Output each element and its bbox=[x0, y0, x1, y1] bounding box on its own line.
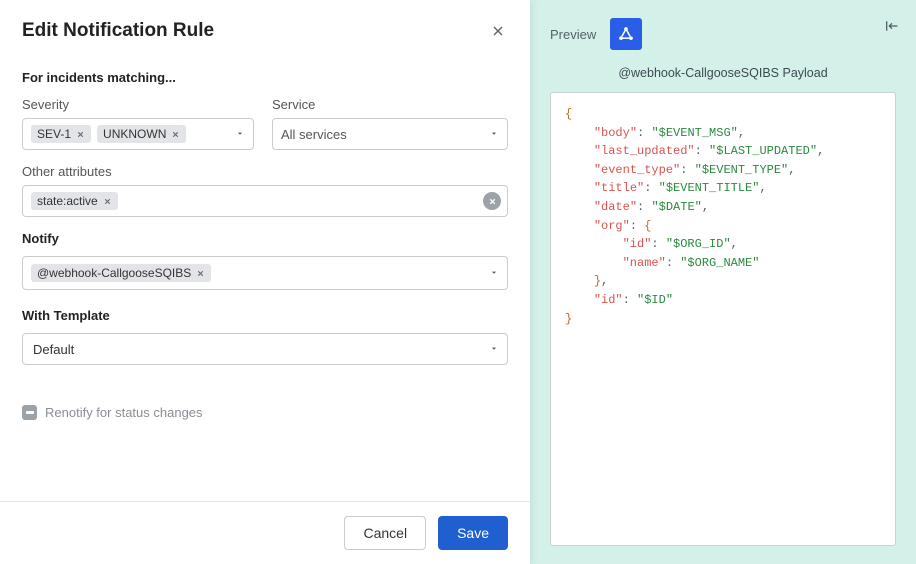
chevron-down-icon bbox=[489, 266, 499, 281]
modal-title: Edit Notification Rule bbox=[22, 20, 214, 42]
severity-chip: SEV-1 bbox=[31, 125, 91, 143]
other-attributes-field: Other attributes state:active bbox=[22, 164, 508, 217]
template-value: Default bbox=[33, 342, 74, 357]
severity-select[interactable]: SEV-1 UNKNOWN bbox=[22, 118, 254, 150]
renotify-checkbox[interactable] bbox=[22, 405, 37, 420]
template-select[interactable]: Default bbox=[22, 333, 508, 365]
close-icon[interactable] bbox=[488, 21, 508, 41]
save-button[interactable]: Save bbox=[438, 516, 508, 550]
severity-field: Severity SEV-1 UNKNOWN bbox=[22, 97, 254, 150]
service-select[interactable]: All services bbox=[272, 118, 508, 150]
chip-label: @webhook-CallgooseSQIBS bbox=[37, 266, 191, 280]
clear-all-icon[interactable] bbox=[483, 192, 501, 210]
preview-panel: Preview @webhook-CallgooseSQIBS Payload … bbox=[530, 0, 916, 564]
remove-chip-icon[interactable] bbox=[76, 130, 85, 139]
chip-label: state:active bbox=[37, 194, 98, 208]
renotify-label: Renotify for status changes bbox=[45, 405, 203, 420]
notify-heading: Notify bbox=[22, 231, 508, 246]
remove-chip-icon[interactable] bbox=[171, 130, 180, 139]
service-label: Service bbox=[272, 97, 508, 112]
severity-chip: UNKNOWN bbox=[97, 125, 186, 143]
payload-title: @webhook-CallgooseSQIBS Payload bbox=[550, 66, 896, 80]
chevron-down-icon bbox=[489, 127, 499, 142]
attribute-chip: state:active bbox=[31, 192, 118, 210]
cancel-button[interactable]: Cancel bbox=[344, 516, 426, 550]
matching-heading: For incidents matching... bbox=[22, 70, 508, 85]
edit-rule-modal: Edit Notification Rule For incidents mat… bbox=[0, 0, 530, 564]
webhook-icon[interactable] bbox=[610, 18, 642, 50]
chip-label: SEV-1 bbox=[37, 127, 71, 141]
other-attributes-label: Other attributes bbox=[22, 164, 508, 179]
remove-chip-icon[interactable] bbox=[103, 197, 112, 206]
payload-json: { "body": "$EVENT_MSG", "last_updated": … bbox=[550, 92, 896, 546]
notify-select[interactable]: @webhook-CallgooseSQIBS bbox=[22, 256, 508, 290]
remove-chip-icon[interactable] bbox=[196, 269, 205, 278]
chevron-down-icon bbox=[235, 127, 245, 142]
modal-footer: Cancel Save bbox=[0, 501, 530, 564]
collapse-panel-icon[interactable] bbox=[884, 18, 900, 37]
chip-label: UNKNOWN bbox=[103, 127, 166, 141]
other-attributes-input[interactable]: state:active bbox=[22, 185, 508, 217]
preview-label: Preview bbox=[550, 27, 596, 42]
template-heading: With Template bbox=[22, 308, 508, 323]
renotify-row: Renotify for status changes bbox=[22, 405, 508, 420]
chevron-down-icon bbox=[489, 342, 499, 357]
service-placeholder: All services bbox=[281, 127, 347, 142]
service-field: Service All services bbox=[272, 97, 508, 150]
notify-chip: @webhook-CallgooseSQIBS bbox=[31, 264, 211, 282]
severity-label: Severity bbox=[22, 97, 254, 112]
